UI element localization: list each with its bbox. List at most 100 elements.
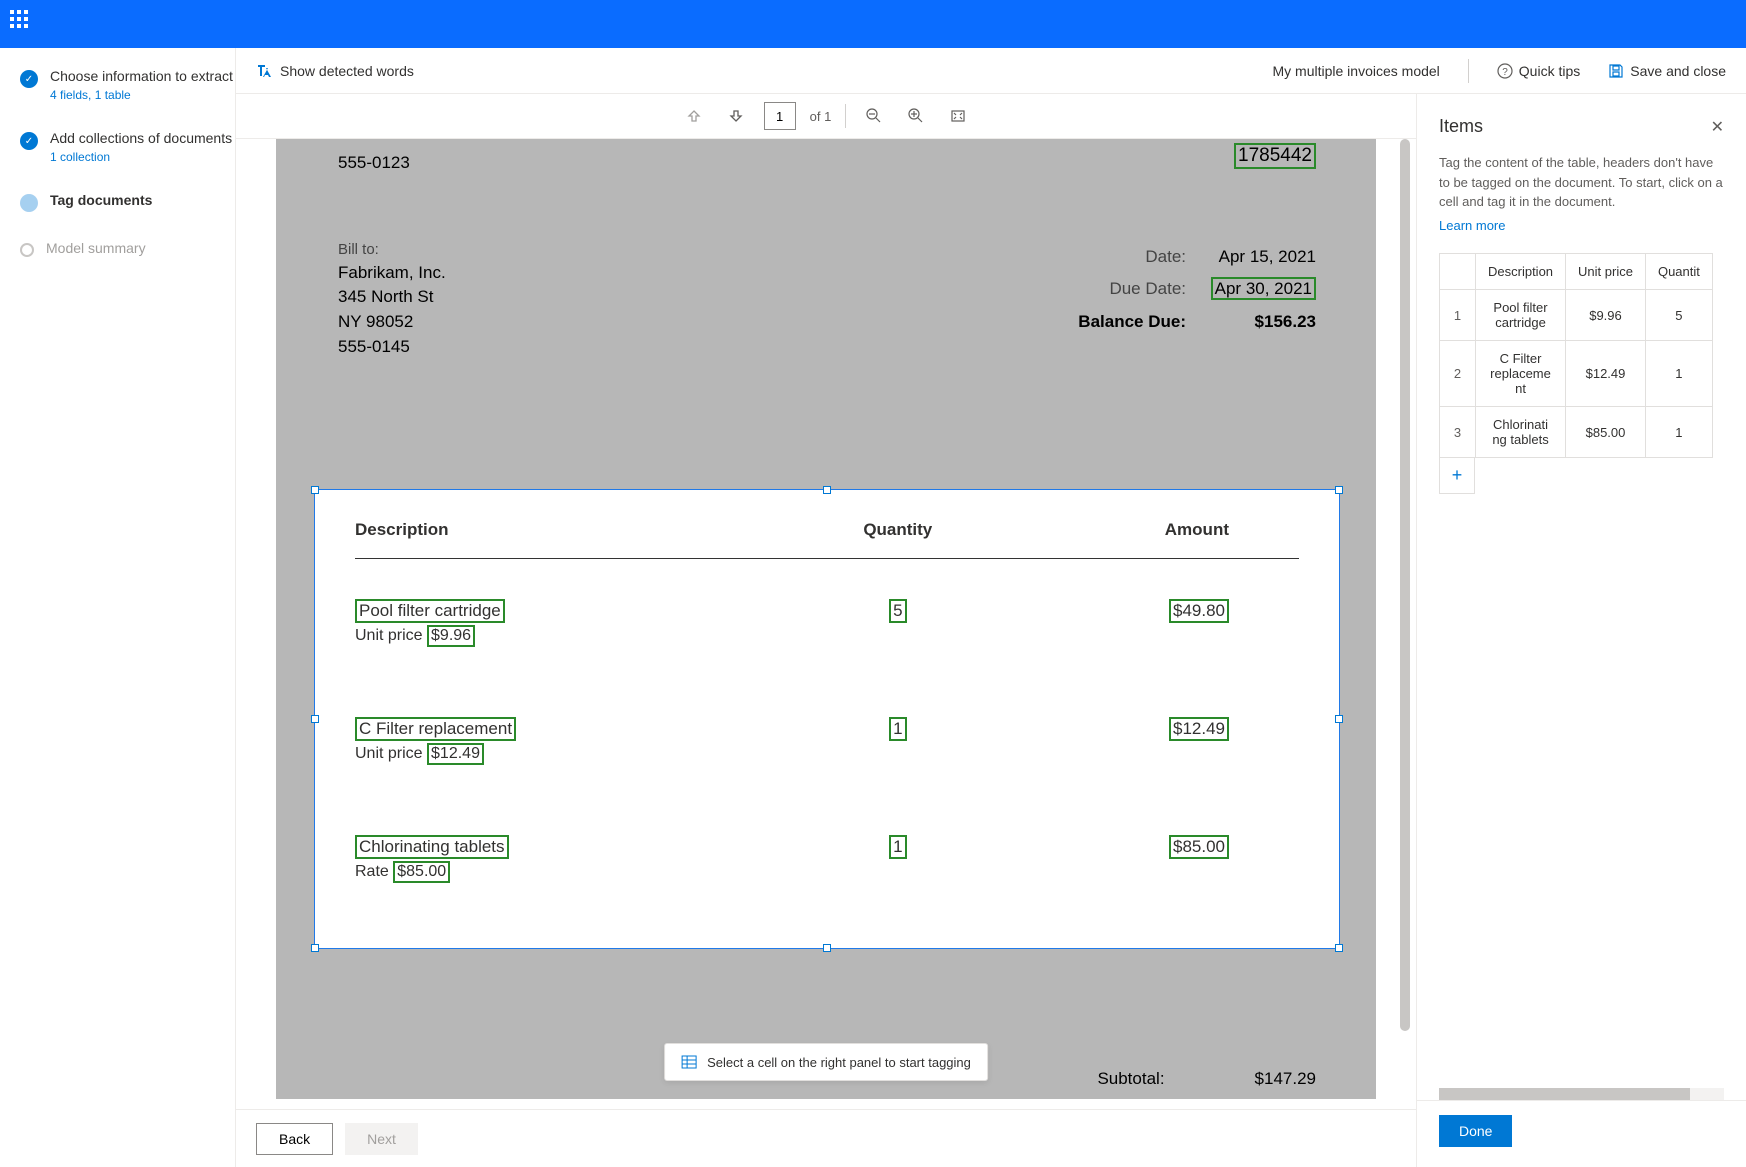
step-title: Choose information to extract bbox=[50, 68, 233, 84]
desc-tag[interactable]: Pool filter cartridge bbox=[355, 599, 505, 623]
step-add-collections[interactable]: Add collections of documents 1 collectio… bbox=[20, 130, 235, 164]
sender-phone: 555-0123 bbox=[338, 153, 410, 173]
step-choose-info[interactable]: Choose information to extract 4 fields, … bbox=[20, 68, 235, 102]
vertical-scrollbar[interactable] bbox=[1400, 139, 1410, 1109]
todo-step-icon bbox=[20, 243, 34, 257]
zoom-out-button[interactable] bbox=[860, 102, 888, 130]
table-selection[interactable]: Description Quantity Amount Pool filter … bbox=[314, 489, 1340, 949]
arrow-down-icon bbox=[729, 109, 743, 123]
back-button[interactable]: Back bbox=[256, 1123, 333, 1155]
cell[interactable]: Chlorinati ng tablets bbox=[1476, 407, 1566, 458]
table-row: Chlorinating tablets Rate $85.00 1 $85.0… bbox=[355, 835, 1299, 883]
page-input[interactable] bbox=[764, 102, 796, 130]
text-detect-icon bbox=[256, 63, 272, 79]
resize-handle[interactable] bbox=[311, 944, 319, 952]
wizard-footer: Back Next bbox=[236, 1109, 1416, 1167]
quick-tips-button[interactable]: ? Quick tips bbox=[1497, 63, 1580, 79]
col-amount: Amount bbox=[1016, 520, 1299, 540]
step-title: Model summary bbox=[46, 240, 146, 256]
document-controls: of 1 bbox=[236, 94, 1416, 138]
panel-title: Items bbox=[1439, 116, 1711, 137]
step-subtitle: 4 fields, 1 table bbox=[50, 88, 233, 102]
qty-tag[interactable]: 1 bbox=[889, 717, 906, 741]
desc-tag[interactable]: Chlorinating tablets bbox=[355, 835, 509, 859]
document-canvas[interactable]: 555-0123 1785442 Bill to: Fabrikam, Inc.… bbox=[236, 138, 1416, 1109]
cell[interactable]: C Filter replaceme nt bbox=[1476, 341, 1566, 407]
next-button: Next bbox=[345, 1123, 418, 1155]
cell[interactable]: 1 bbox=[1645, 341, 1712, 407]
close-icon[interactable]: ✕ bbox=[1711, 117, 1724, 137]
resize-handle[interactable] bbox=[1335, 486, 1343, 494]
horizontal-scrollbar[interactable] bbox=[1439, 1088, 1724, 1100]
document-page: 555-0123 1785442 Bill to: Fabrikam, Inc.… bbox=[276, 139, 1376, 1099]
help-icon: ? bbox=[1497, 63, 1513, 79]
scrollbar-thumb[interactable] bbox=[1439, 1088, 1690, 1100]
done-button[interactable]: Done bbox=[1439, 1115, 1512, 1147]
table-row: Pool filter cartridge Unit price $9.96 5… bbox=[355, 599, 1299, 647]
table-icon bbox=[681, 1054, 697, 1070]
arrow-up-icon bbox=[687, 109, 701, 123]
check-icon bbox=[20, 70, 38, 88]
subtotal-row: Subtotal: $147.29 bbox=[1097, 1069, 1316, 1089]
learn-more-link[interactable]: Learn more bbox=[1439, 216, 1505, 236]
cell[interactable]: 1 bbox=[1645, 407, 1712, 458]
step-tag-documents[interactable]: Tag documents bbox=[20, 192, 235, 212]
cell[interactable]: $12.49 bbox=[1566, 341, 1646, 407]
top-bar bbox=[0, 0, 1746, 48]
panel-description: Tag the content of the table, headers do… bbox=[1417, 145, 1746, 235]
resize-handle[interactable] bbox=[311, 715, 319, 723]
cell[interactable]: 5 bbox=[1645, 290, 1712, 341]
cell[interactable]: Pool filter cartridge bbox=[1476, 290, 1566, 341]
app-launcher-icon[interactable] bbox=[10, 10, 38, 38]
cell[interactable]: $85.00 bbox=[1566, 407, 1646, 458]
resize-handle[interactable] bbox=[823, 486, 831, 494]
items-table: Description Unit price Quantit 1 Pool fi… bbox=[1439, 253, 1713, 458]
due-date-tag[interactable]: Apr 30, 2021 bbox=[1211, 277, 1316, 300]
separator bbox=[845, 104, 846, 128]
price-tag[interactable]: $12.49 bbox=[427, 743, 484, 765]
save-icon bbox=[1608, 63, 1624, 79]
col-header[interactable]: Unit price bbox=[1566, 254, 1646, 290]
wizard-steps: Choose information to extract 4 fields, … bbox=[0, 48, 236, 1167]
page-of-label: of 1 bbox=[810, 109, 832, 124]
scrollbar-thumb[interactable] bbox=[1400, 139, 1410, 1031]
model-name-label: My multiple invoices model bbox=[1273, 63, 1440, 79]
zoom-in-button[interactable] bbox=[902, 102, 930, 130]
step-subtitle: 1 collection bbox=[50, 150, 232, 164]
amount-tag[interactable]: $85.00 bbox=[1169, 835, 1229, 859]
toolbar: Show detected words My multiple invoices… bbox=[236, 48, 1746, 94]
svg-text:?: ? bbox=[1502, 67, 1508, 78]
amount-tag[interactable]: $49.80 bbox=[1169, 599, 1229, 623]
qty-tag[interactable]: 5 bbox=[889, 599, 906, 623]
add-row-button[interactable]: + bbox=[1439, 458, 1475, 494]
invoice-meta: Date:Apr 15, 2021 Due Date:Apr 30, 2021 … bbox=[1046, 241, 1316, 338]
desc-tag[interactable]: C Filter replacement bbox=[355, 717, 516, 741]
resize-handle[interactable] bbox=[311, 486, 319, 494]
check-icon bbox=[20, 132, 38, 150]
invoice-number-tag[interactable]: 1785442 bbox=[1234, 143, 1316, 169]
resize-handle[interactable] bbox=[1335, 944, 1343, 952]
resize-handle[interactable] bbox=[1335, 715, 1343, 723]
active-step-icon bbox=[20, 194, 38, 212]
col-header[interactable]: Quantit bbox=[1645, 254, 1712, 290]
zoom-out-icon bbox=[866, 108, 882, 124]
col-header[interactable]: Description bbox=[1476, 254, 1566, 290]
next-page-button[interactable] bbox=[722, 102, 750, 130]
price-tag[interactable]: $85.00 bbox=[393, 861, 450, 883]
price-tag[interactable]: $9.96 bbox=[427, 625, 475, 647]
fit-to-screen-button[interactable] bbox=[944, 102, 972, 130]
items-panel: Items ✕ Tag the content of the table, he… bbox=[1416, 94, 1746, 1167]
qty-tag[interactable]: 1 bbox=[889, 835, 906, 859]
resize-handle[interactable] bbox=[823, 944, 831, 952]
save-and-close-button[interactable]: Save and close bbox=[1608, 63, 1726, 79]
table-row: C Filter replacement Unit price $12.49 1… bbox=[355, 717, 1299, 765]
separator bbox=[1468, 59, 1469, 83]
step-model-summary[interactable]: Model summary bbox=[20, 240, 235, 257]
table-row: 1 Pool filter cartridge $9.96 5 bbox=[1440, 290, 1713, 341]
cell[interactable]: $9.96 bbox=[1566, 290, 1646, 341]
prev-page-button[interactable] bbox=[680, 102, 708, 130]
show-detected-words-button[interactable]: Show detected words bbox=[256, 63, 414, 79]
amount-tag[interactable]: $12.49 bbox=[1169, 717, 1229, 741]
col-quantity: Quantity bbox=[780, 520, 1016, 540]
step-title: Add collections of documents bbox=[50, 130, 232, 146]
